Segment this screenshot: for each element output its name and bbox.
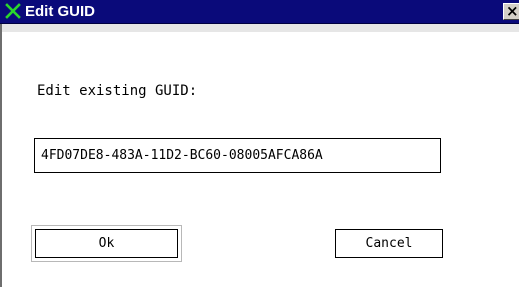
cancel-button[interactable]: Cancel <box>335 229 443 258</box>
ok-button[interactable]: Ok <box>35 229 178 258</box>
window-left-border <box>0 24 2 287</box>
close-icon: × <box>506 3 519 20</box>
x-mark-icon <box>5 3 21 19</box>
guid-input[interactable] <box>34 138 441 173</box>
window-title: Edit GUID <box>25 3 95 20</box>
edit-guid-dialog: Edit GUID × Edit existing GUID: Ok Cance… <box>0 0 519 287</box>
title-bar[interactable]: Edit GUID × <box>0 0 519 24</box>
prompt-label: Edit existing GUID: <box>37 83 198 99</box>
close-button[interactable]: × <box>503 3 519 20</box>
menu-band <box>2 24 519 32</box>
